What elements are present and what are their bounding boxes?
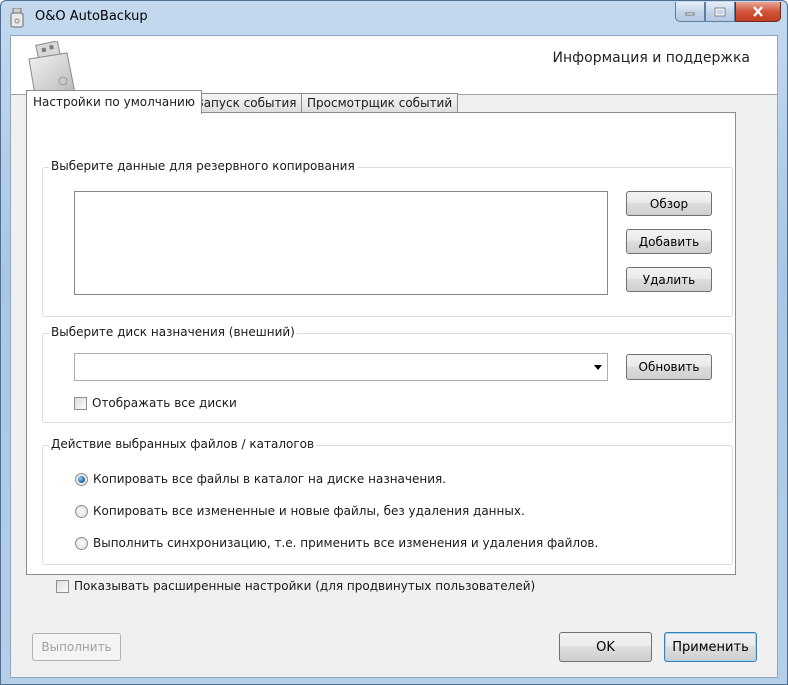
close-icon <box>753 6 763 17</box>
show-all-drives-label: Отображать все диски <box>92 396 237 410</box>
tab-event-viewer[interactable]: Просмотрщик событий <box>301 93 459 113</box>
remove-button[interactable]: Удалить <box>626 267 712 292</box>
tab-event-trigger[interactable]: Запуск события <box>190 93 303 113</box>
destination-drive-select[interactable] <box>74 353 608 381</box>
radio-copy-changed[interactable] <box>75 504 88 518</box>
source-group-label: Выберите данные для резервного копирован… <box>49 159 357 173</box>
refresh-button[interactable]: Обновить <box>626 354 712 380</box>
sync-label: Выполнить синхронизацию, т.е. применить … <box>93 536 599 550</box>
run-button[interactable]: Выполнить <box>32 633 121 661</box>
window-title: O&O AutoBackup <box>35 9 148 24</box>
maximize-button[interactable] <box>705 2 735 22</box>
caption-buttons <box>675 2 781 22</box>
minimize-button[interactable] <box>675 2 705 22</box>
source-group: Выберите данные для резервного копирован… <box>42 159 733 317</box>
maximize-icon <box>714 7 726 16</box>
source-list[interactable] <box>74 191 608 295</box>
radio-selected-dot <box>78 475 85 483</box>
radio-sync[interactable] <box>75 536 88 550</box>
destination-group-label: Выберите диск назначения (внешний) <box>49 325 297 339</box>
copy-all-label: Копировать все файлы в каталог на диске … <box>93 472 447 486</box>
chevron-down-icon[interactable] <box>594 365 602 370</box>
close-button[interactable] <box>735 2 781 22</box>
minimize-icon <box>685 12 695 15</box>
add-button[interactable]: Добавить <box>626 229 712 254</box>
action-option-sync[interactable]: Выполнить синхронизацию, т.е. применить … <box>75 536 598 550</box>
tab-page-default-settings: Выберите данные для резервного копирован… <box>26 112 736 593</box>
apply-button[interactable]: Применить <box>664 632 757 662</box>
copy-changed-label: Копировать все измененные и новые файлы,… <box>93 504 525 518</box>
advanced-settings-checkbox[interactable] <box>56 579 69 593</box>
tab-default-settings[interactable]: Настройки по умолчанию <box>26 90 202 114</box>
info-support-link[interactable]: Информация и поддержка <box>553 50 750 66</box>
action-option-copy-changed[interactable]: Копировать все измененные и новые файлы,… <box>75 504 525 518</box>
ok-button[interactable]: OK <box>559 632 652 662</box>
advanced-settings-option[interactable]: Показывать расширенные настройки (для пр… <box>56 579 535 593</box>
action-group-label: Действие выбранных файлов / каталогов <box>49 437 317 451</box>
radio-copy-all[interactable] <box>75 472 88 486</box>
advanced-settings-label: Показывать расширенные настройки (для пр… <box>74 579 536 593</box>
title-bar[interactable]: O&O AutoBackup <box>1 1 787 35</box>
app-usb-icon[interactable] <box>10 7 24 28</box>
show-all-drives-option[interactable]: Отображать все диски <box>74 396 237 410</box>
action-option-copy-all[interactable]: Копировать все файлы в каталог на диске … <box>75 472 446 486</box>
action-group: Действие выбранных файлов / каталогов Ко… <box>42 437 733 565</box>
show-all-drives-checkbox[interactable] <box>74 396 87 410</box>
main-window: O&O AutoBackup Информация и поддержка На… <box>0 0 788 685</box>
header-banner: Информация и поддержка <box>11 36 777 96</box>
destination-group: Выберите диск назначения (внешний) Обнов… <box>42 325 733 423</box>
browse-button[interactable]: Обзор <box>626 191 712 216</box>
